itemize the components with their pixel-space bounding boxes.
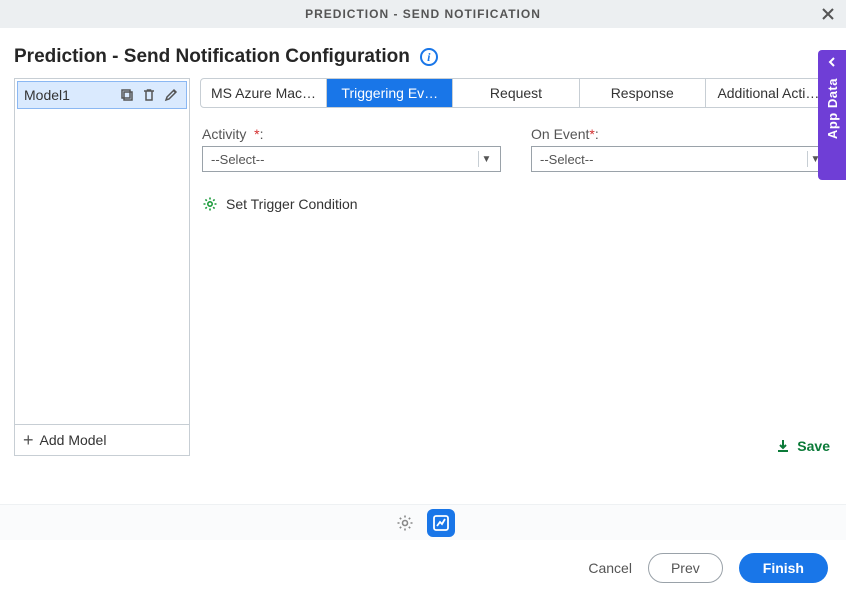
on-event-label: On Event*: (531, 126, 830, 142)
sidebar-item-label: Model1 (24, 87, 114, 103)
tab-additional-actions[interactable]: Additional Acti… (706, 79, 831, 107)
title-bar: PREDICTION - SEND NOTIFICATION (0, 0, 846, 28)
gear-icon (396, 514, 414, 532)
set-trigger-condition[interactable]: Set Trigger Condition (202, 196, 832, 212)
app-data-panel-toggle[interactable]: App Data (818, 50, 846, 180)
footer-toolbar (0, 504, 846, 540)
tab-response[interactable]: Response (580, 79, 706, 107)
config-tabs: MS Azure Machine Lear… Triggering Ev… Re… (200, 78, 832, 108)
tab-triggering-event[interactable]: Triggering Ev… (327, 79, 453, 107)
save-label: Save (797, 438, 830, 454)
main-layout: Model1 + Add Model (0, 78, 846, 456)
on-event-select-value: --Select-- (540, 152, 593, 167)
copy-icon[interactable] (118, 86, 136, 104)
trigger-condition-label: Set Trigger Condition (226, 196, 358, 212)
add-model-button[interactable]: + Add Model (15, 424, 189, 455)
window-title: PREDICTION - SEND NOTIFICATION (305, 7, 541, 21)
finish-button[interactable]: Finish (739, 553, 828, 583)
field-row: Activity *: --Select-- ▼ On Event*: --Se… (200, 108, 832, 172)
chevron-left-icon (826, 56, 838, 68)
page-title: Prediction - Send Notification Configura… (14, 46, 410, 68)
gear-icon (202, 196, 218, 212)
activity-field-group: Activity *: --Select-- ▼ (202, 126, 501, 172)
on-event-select[interactable]: --Select-- ▼ (531, 146, 830, 172)
sidebar-spacer (15, 111, 189, 424)
footer-actions: Cancel Prev Finish (0, 540, 846, 592)
activity-select[interactable]: --Select-- ▼ (202, 146, 501, 172)
sidebar-item-model1[interactable]: Model1 (17, 81, 187, 109)
activity-label: Activity *: (202, 126, 501, 142)
page-heading: Prediction - Send Notification Configura… (0, 28, 846, 78)
activity-select-value: --Select-- (211, 152, 264, 167)
tab-request[interactable]: Request (453, 79, 579, 107)
prev-button[interactable]: Prev (648, 553, 723, 583)
prediction-button[interactable] (427, 509, 455, 537)
edit-icon[interactable] (162, 86, 180, 104)
settings-button[interactable] (391, 509, 419, 537)
chevron-down-icon: ▼ (478, 151, 494, 167)
model-sidebar: Model1 + Add Model (14, 78, 190, 456)
on-event-field-group: On Event*: --Select-- ▼ (531, 126, 830, 172)
save-button[interactable]: Save (200, 432, 832, 456)
info-icon[interactable]: i (420, 48, 438, 66)
close-icon[interactable] (820, 0, 836, 28)
cancel-button[interactable]: Cancel (588, 560, 632, 576)
content-panel: MS Azure Machine Lear… Triggering Ev… Re… (200, 78, 832, 456)
app-data-label: App Data (825, 78, 840, 139)
delete-icon[interactable] (140, 86, 158, 104)
add-model-label: Add Model (40, 432, 107, 448)
chart-icon (432, 514, 450, 532)
plus-icon: + (23, 431, 34, 449)
content-spacer (200, 212, 832, 432)
tab-ms-azure[interactable]: MS Azure Machine Lear… (201, 79, 327, 107)
download-icon (775, 438, 791, 454)
